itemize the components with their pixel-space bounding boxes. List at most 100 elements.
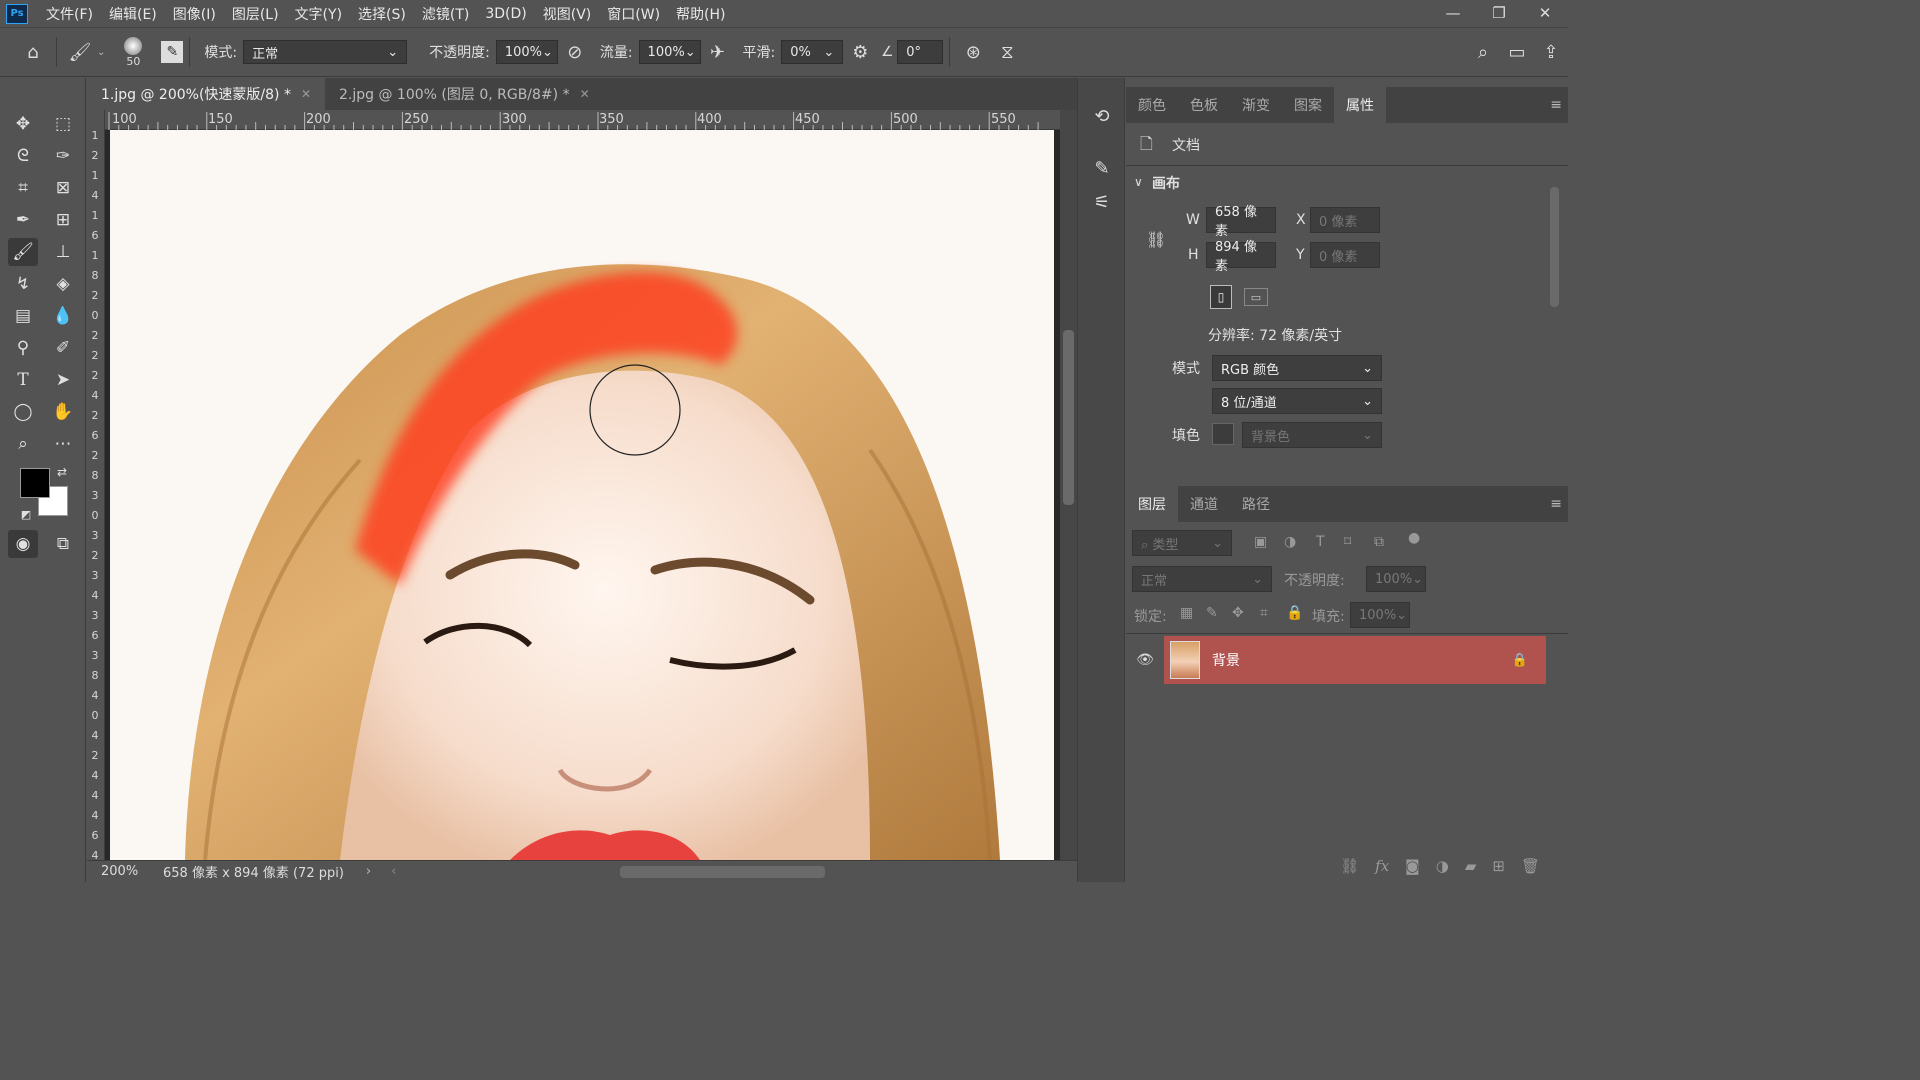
foreground-color-swatch[interactable] [20,468,50,498]
layer-filter-select[interactable]: ⌕ 类型 ⌄ [1132,530,1232,556]
type-tool-icon[interactable]: T [8,366,38,394]
brush-preset-icon[interactable]: 🖌 [63,35,97,69]
type-filter-icon[interactable]: T [1316,534,1325,550]
eraser-tool-icon[interactable]: ◈ [48,270,78,298]
canvas-area[interactable] [105,130,1060,860]
lock-all-icon[interactable]: 🔒 [1286,605,1303,621]
chevron-down-icon[interactable]: ∨ [1134,175,1143,189]
landscape-orientation-icon[interactable]: ▭ [1244,288,1268,306]
width-input[interactable]: 658 像素 [1206,205,1276,239]
hand-tool-icon[interactable]: ✋ [48,398,78,426]
gear-icon[interactable]: ⚙ [843,35,877,69]
layer-row[interactable]: 👁 背景 🔒 [1126,636,1546,684]
dodge-tool-icon[interactable]: ⚲ [8,334,38,362]
adjustment-filter-icon[interactable]: ◑ [1284,534,1296,550]
eyedropper-tool-icon[interactable]: ✒ [8,206,38,234]
blur-tool-icon[interactable]: 💧 [48,302,78,330]
tab-patterns[interactable]: 图案 [1282,87,1334,123]
zoom-level[interactable]: 200% [101,864,153,879]
menu-view[interactable]: 视图(V) [535,4,600,24]
airbrush-icon[interactable]: ✈ [701,35,735,69]
stamp-tool-icon[interactable]: ⊥ [48,238,78,266]
opacity-input[interactable]: 100% ⌄ [495,40,558,64]
pressure-size-icon[interactable]: ⊛ [956,35,990,69]
menu-help[interactable]: 帮助(H) [668,4,733,24]
symmetry-icon[interactable]: ⧖ [990,35,1024,69]
height-input[interactable]: 894 像素 [1206,240,1276,274]
brush-size-picker[interactable]: 50 [111,36,155,68]
menu-window[interactable]: 窗口(W) [599,4,668,24]
vertical-scrollbar[interactable] [1060,110,1077,860]
move-tool-icon[interactable]: ✥ [8,110,38,138]
menu-edit[interactable]: 编辑(E) [101,4,165,24]
swap-colors-icon[interactable]: ⇄ [52,462,72,482]
tab-channels[interactable]: 通道 [1178,486,1230,522]
link-layers-icon[interactable]: ⛓ [1340,857,1359,875]
gradient-tool-icon[interactable]: ▤ [8,302,38,330]
search-icon[interactable]: ⌕ [1466,35,1500,69]
color-mode-select[interactable]: RGB 颜色 ⌄ [1212,355,1382,381]
brush-settings-icon[interactable]: ✎ [161,41,184,63]
menu-select[interactable]: 选择(S) [350,4,414,24]
path-select-icon[interactable]: ➤ [48,366,78,394]
link-icon[interactable]: ⛓ [1146,230,1166,249]
close-icon[interactable]: ✕ [1522,0,1568,26]
more-tools-icon[interactable]: ⋯ [48,430,78,458]
lock-position-icon[interactable]: ✥ [1232,605,1244,621]
flow-input[interactable]: 100% ⌄ [638,40,701,64]
menu-filter[interactable]: 滤镜(T) [414,4,477,24]
adjustments-icon[interactable]: ⚟ [1086,186,1118,218]
document-canvas[interactable] [110,130,1054,860]
tab-1jpg[interactable]: 1.jpg @ 200%(快速蒙版/8) * ✕ [87,78,326,110]
panel-menu-icon[interactable]: ≡ [1550,97,1562,113]
filter-toggle-icon[interactable]: ● [1408,530,1420,546]
lock-artboard-icon[interactable]: ⌗ [1260,605,1268,621]
tab-swatches[interactable]: 色板 [1178,87,1230,123]
pressure-opacity-icon[interactable]: ⊘ [558,35,592,69]
lock-transparent-icon[interactable]: ▦ [1180,605,1193,621]
lasso-tool-icon[interactable]: ᘓ [8,142,38,170]
menu-type[interactable]: 文字(Y) [287,4,350,24]
brush-tool-icon[interactable]: 🖌 [8,238,38,266]
fill-select[interactable]: 背景色 ⌄ [1242,422,1382,448]
angle-input[interactable]: 0° [897,40,944,64]
workspace-icon[interactable]: ▭ [1500,35,1534,69]
tab-gradients[interactable]: 渐变 [1230,87,1282,123]
quick-select-tool-icon[interactable]: ✑ [48,142,78,170]
tab-color[interactable]: 颜色 [1126,87,1178,123]
close-icon[interactable]: ✕ [580,87,590,101]
new-group-icon[interactable]: ▰ [1465,857,1477,875]
quick-mask-icon[interactable]: ◉ [8,530,38,558]
close-icon[interactable]: ✕ [301,87,311,101]
history-icon[interactable]: ⟲ [1086,100,1118,132]
trash-icon[interactable]: 🗑 [1521,857,1540,875]
layer-fill-input[interactable]: 100% ⌄ [1350,602,1410,628]
scroll-thumb[interactable] [1063,330,1074,505]
ellipse-tool-icon[interactable]: ◯ [8,398,38,426]
pen-tool-icon[interactable]: ✐ [48,334,78,362]
restore-icon[interactable]: ❐ [1476,0,1522,26]
fill-swatch[interactable] [1212,423,1234,445]
share-icon[interactable]: ⇪ [1534,35,1568,69]
minimize-icon[interactable]: — [1430,0,1476,26]
default-colors-icon[interactable]: ◩ [16,504,36,524]
lock-pixels-icon[interactable]: ✎ [1206,605,1218,621]
tab-paths[interactable]: 路径 [1230,486,1282,522]
healing-tool-icon[interactable]: ⊞ [48,206,78,234]
tab-layers[interactable]: 图层 [1126,486,1178,522]
new-layer-icon[interactable]: ⊞ [1492,857,1505,875]
adjustment-layer-icon[interactable]: ◑ [1436,857,1449,875]
portrait-orientation-icon[interactable]: ▯ [1210,285,1232,309]
zoom-tool-icon[interactable]: ⌕ [8,430,38,458]
smooth-input[interactable]: 0% ⌄ [781,40,844,64]
x-input[interactable]: 0 像素 [1310,207,1380,233]
horizontal-scroll-thumb[interactable] [620,865,826,878]
menu-image[interactable]: 图像(I) [165,4,224,24]
shape-filter-icon[interactable]: ⌑ [1344,534,1351,550]
eye-icon[interactable]: 👁 [1126,652,1164,668]
menu-layer[interactable]: 图层(L) [224,4,287,24]
add-mask-icon[interactable]: ◙ [1405,857,1420,875]
home-icon[interactable]: ⌂ [16,35,50,69]
mode-select[interactable]: 正常 ⌄ [243,40,408,64]
tab-properties[interactable]: 属性 [1334,87,1386,123]
